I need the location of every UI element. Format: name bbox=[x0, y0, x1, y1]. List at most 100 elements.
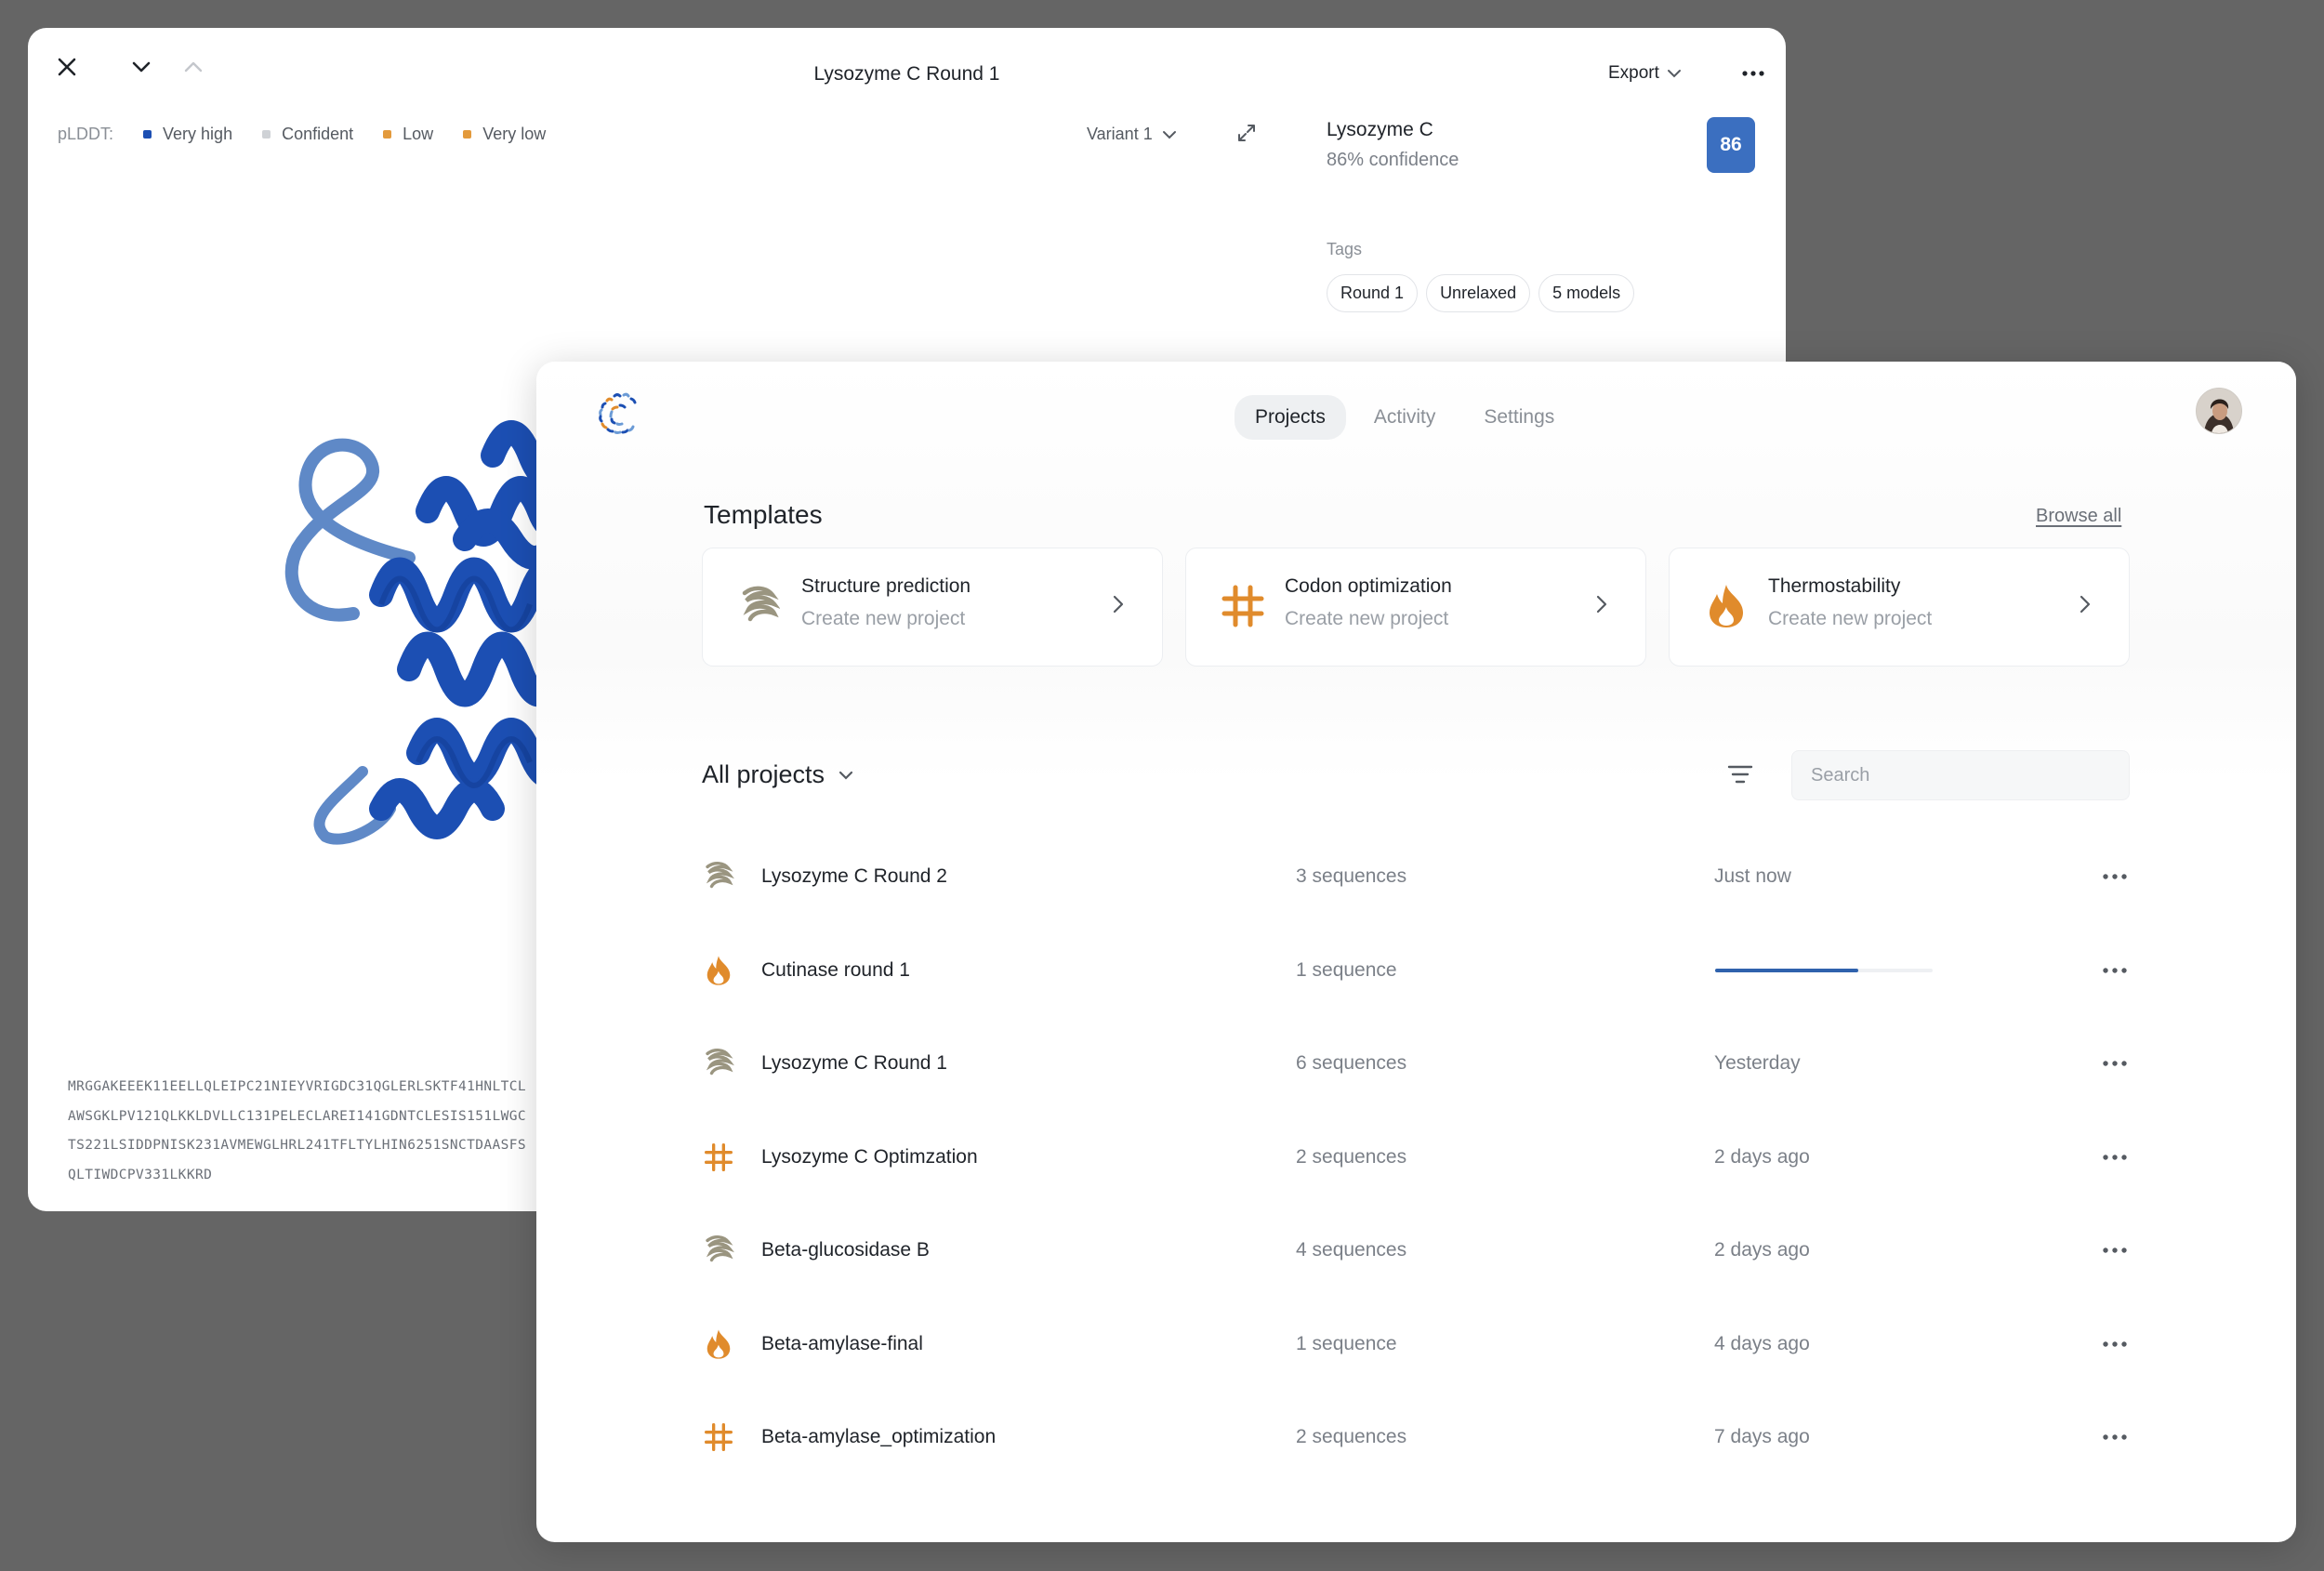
hash-icon bbox=[700, 1139, 737, 1176]
tab-activity[interactable]: Activity bbox=[1353, 395, 1457, 440]
tag-chip[interactable]: Round 1 bbox=[1327, 274, 1419, 312]
project-more-button[interactable] bbox=[2096, 863, 2133, 891]
project-name: Lysozyme C Round 2 bbox=[761, 865, 947, 887]
project-updated-time: 7 days ago bbox=[1714, 1426, 1810, 1447]
legend-item-low: Low bbox=[383, 125, 433, 144]
sequence-line: TS221LSIDDPNISK231AVMEWGLHRL241TFLTYLHIN… bbox=[68, 1138, 527, 1153]
all-projects-dropdown[interactable]: All projects bbox=[702, 760, 854, 789]
project-more-button[interactable] bbox=[2096, 1423, 2133, 1451]
legend-swatch bbox=[143, 130, 152, 139]
main-nav: Projects Activity Settings bbox=[1235, 395, 1575, 440]
legend-item-label: Very low bbox=[482, 125, 547, 143]
project-updated-time: 2 days ago bbox=[1714, 1239, 1810, 1261]
helix-icon bbox=[700, 1232, 737, 1269]
flame-icon bbox=[1704, 584, 1749, 628]
sequence-line: QLTIWDCPV331LKKRD bbox=[68, 1167, 213, 1182]
protein-confidence: 86% confidence bbox=[1327, 150, 1459, 170]
chevron-right-icon bbox=[1596, 595, 1607, 614]
legend-swatch bbox=[262, 130, 271, 139]
plddt-legend: pLDDT: Very high Confident Low Very low bbox=[58, 125, 575, 144]
template-card-codon-optimization[interactable]: Codon optimization Create new project bbox=[1185, 548, 1646, 667]
avatar-image bbox=[2197, 389, 2241, 433]
sequence-line: MRGGAKEEEK11EELLQLEIPC21NIEYVRIGDC31QGLE… bbox=[68, 1079, 527, 1094]
filter-icon bbox=[1727, 765, 1753, 784]
sequence-line: AWSGKLPV121QLKKLDVLLC131PELECLAREI141GDN… bbox=[68, 1108, 527, 1124]
more-horizontal-icon bbox=[2103, 1154, 2127, 1160]
project-updated-time: 4 days ago bbox=[1714, 1332, 1810, 1354]
tags-label: Tags bbox=[1327, 240, 1363, 258]
project-row[interactable]: Lysozyme C Round 2 3 sequences Just now bbox=[694, 839, 2135, 914]
variant-label: Variant 1 bbox=[1087, 125, 1153, 143]
user-avatar[interactable] bbox=[2196, 388, 2242, 434]
project-sequence-count: 3 sequences bbox=[1296, 865, 1407, 887]
project-row[interactable]: Beta-amylase_optimization 2 sequences 7 da… bbox=[694, 1400, 2135, 1474]
template-title: Structure prediction bbox=[801, 575, 971, 597]
template-title: Codon optimization bbox=[1285, 575, 1452, 597]
project-more-button[interactable] bbox=[2096, 1236, 2133, 1264]
legend-item-label: Confident bbox=[282, 125, 354, 143]
helix-icon bbox=[700, 1045, 737, 1082]
all-projects-title: All projects bbox=[702, 760, 825, 788]
project-name: Beta-glucosidase B bbox=[761, 1239, 930, 1261]
template-subtitle: Create new project bbox=[801, 608, 966, 629]
variant-select[interactable]: Variant 1 bbox=[1087, 125, 1177, 144]
export-button[interactable]: Export bbox=[1608, 63, 1682, 84]
template-subtitle: Create new project bbox=[1285, 608, 1449, 629]
project-name: Beta-amylase-final bbox=[761, 1332, 923, 1354]
legend-swatch bbox=[383, 130, 392, 139]
project-row[interactable]: Beta-amylase-final 1 sequence 4 days ago bbox=[694, 1307, 2135, 1381]
tab-settings[interactable]: Settings bbox=[1463, 395, 1575, 440]
project-more-button[interactable] bbox=[2096, 957, 2133, 984]
project-updated-time: Yesterday bbox=[1714, 1052, 1801, 1074]
sequence-view[interactable]: MRGGAKEEEK11EELLQLEIPC21NIEYVRIGDC31QGLE… bbox=[68, 1073, 526, 1190]
search-input[interactable] bbox=[1791, 750, 2130, 800]
project-more-button[interactable] bbox=[2096, 1050, 2133, 1077]
legend-swatch bbox=[463, 130, 472, 139]
more-horizontal-icon bbox=[2103, 1434, 2127, 1440]
templates-title: Templates bbox=[704, 500, 823, 529]
project-sequence-count: 1 sequence bbox=[1296, 958, 1397, 981]
project-name: Lysozyme C Round 1 bbox=[761, 1052, 947, 1074]
project-sequence-count: 1 sequence bbox=[1296, 1332, 1397, 1354]
expand-icon bbox=[1238, 125, 1255, 141]
app-logo[interactable] bbox=[596, 390, 642, 442]
template-card-structure-prediction[interactable]: Structure prediction Create new project bbox=[702, 548, 1163, 667]
legend-item-very-high: Very high bbox=[143, 125, 232, 144]
more-horizontal-icon bbox=[2103, 874, 2127, 879]
project-name: Cutinase round 1 bbox=[761, 958, 910, 981]
legend-item-label: Low bbox=[403, 125, 434, 143]
more-horizontal-icon bbox=[1742, 71, 1764, 76]
project-name: Lysozyme C Optimzation bbox=[761, 1145, 978, 1168]
project-sequence-count: 4 sequences bbox=[1296, 1239, 1407, 1261]
project-sequence-count: 6 sequences bbox=[1296, 1052, 1407, 1074]
tab-projects[interactable]: Projects bbox=[1235, 395, 1346, 440]
project-row[interactable]: Lysozyme C Round 1 6 sequences Yesterday bbox=[694, 1026, 2135, 1101]
viewer-title: Lysozyme C Round 1 bbox=[813, 63, 1000, 85]
helix-icon bbox=[737, 584, 782, 628]
project-row[interactable]: Cutinase round 1 1 sequence bbox=[694, 933, 2135, 1008]
project-row[interactable]: Lysozyme C Optimzation 2 sequences 2 days … bbox=[694, 1120, 2135, 1195]
legend-item-very-low: Very low bbox=[463, 125, 546, 144]
template-card-thermostability[interactable]: Thermostability Create new project bbox=[1669, 548, 2130, 667]
flame-icon bbox=[700, 1326, 737, 1363]
chevron-right-icon bbox=[1113, 595, 1124, 614]
project-name: Beta-amylase_optimization bbox=[761, 1426, 997, 1447]
expand-button[interactable] bbox=[1236, 123, 1257, 148]
project-row[interactable]: Beta-glucosidase B 4 sequences 2 days ago bbox=[694, 1213, 2135, 1287]
more-horizontal-icon bbox=[2103, 1248, 2127, 1253]
legend-item-confident: Confident bbox=[262, 125, 353, 144]
tag-chip[interactable]: Unrelaxed bbox=[1426, 274, 1531, 312]
browse-all-link[interactable]: Browse all bbox=[2036, 506, 2121, 527]
tag-list: Round 1 Unrelaxed 5 models bbox=[1327, 274, 1635, 312]
template-title: Thermostability bbox=[1768, 575, 1901, 597]
chevron-right-icon bbox=[2080, 595, 2091, 614]
project-more-button[interactable] bbox=[2096, 1143, 2133, 1171]
project-more-button[interactable] bbox=[2096, 1330, 2133, 1358]
confidence-score-badge: 86 bbox=[1707, 117, 1755, 173]
filter-button[interactable] bbox=[1726, 762, 1754, 791]
project-sequence-count: 2 sequences bbox=[1296, 1145, 1407, 1168]
viewer-more-button[interactable] bbox=[1735, 59, 1772, 87]
hash-icon bbox=[1221, 584, 1265, 628]
logo-icon bbox=[599, 392, 637, 434]
tag-chip[interactable]: 5 models bbox=[1538, 274, 1635, 312]
